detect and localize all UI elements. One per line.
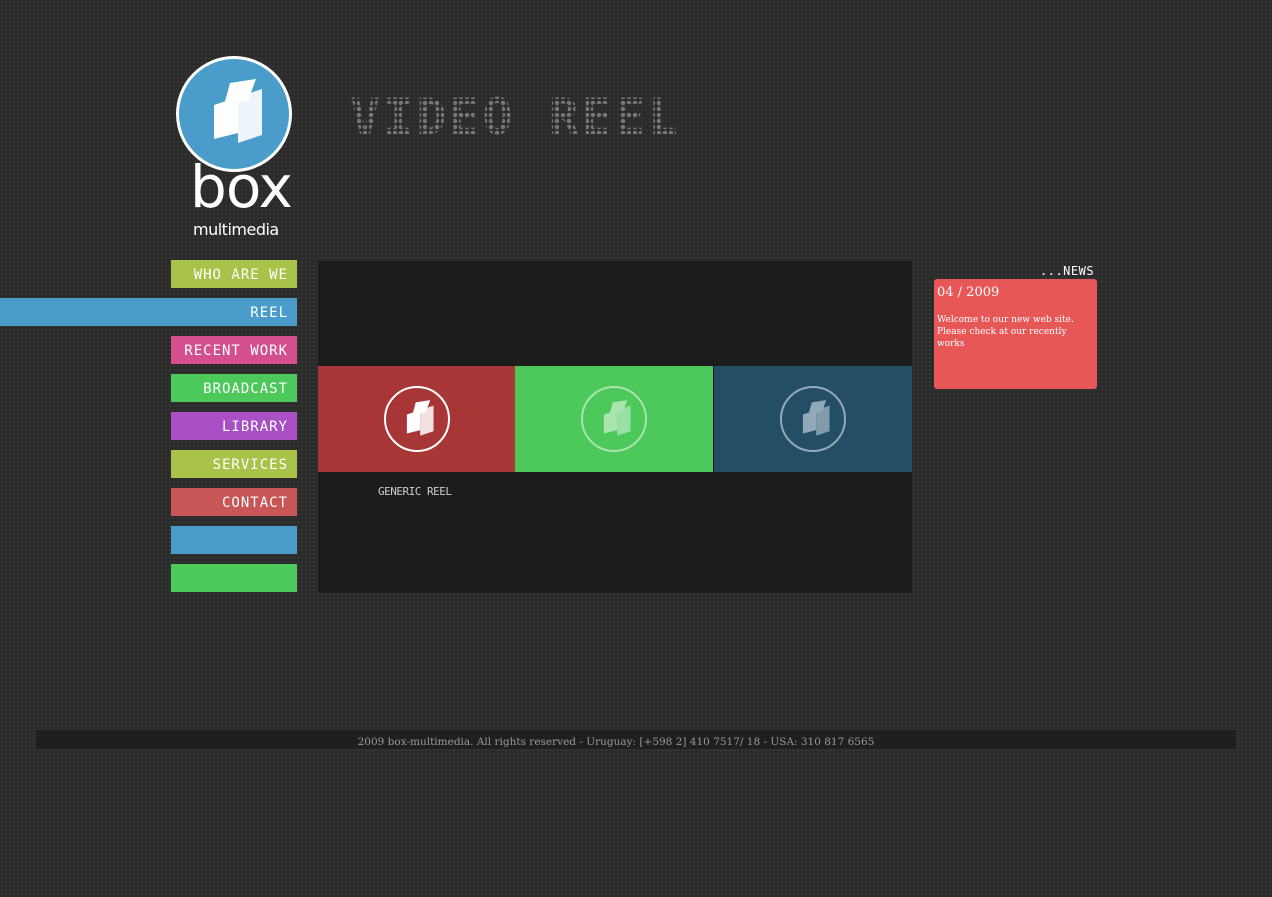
nav-item-services[interactable]: SERVICES — [171, 450, 297, 478]
logo[interactable]: box multimedia — [176, 56, 293, 242]
nav-item-who-are-we[interactable]: WHO ARE WE — [171, 260, 297, 288]
reel-panel: GENERIC REEL — [318, 261, 912, 593]
nav-item-broadcast[interactable]: BROADCAST — [171, 374, 297, 402]
generic-reel-label[interactable]: GENERIC REEL — [378, 485, 452, 498]
nav-item-recent-work[interactable]: RECENT WORK — [171, 336, 297, 364]
logo-word: box — [190, 153, 293, 221]
nav-item-library[interactable]: LIBRARY — [171, 412, 297, 440]
reel-tile[interactable] — [318, 366, 515, 472]
box-icon — [214, 79, 262, 143]
footer: 2009 box-multimedia. All rights reserved… — [36, 730, 1236, 749]
news-title: ...NEWS — [1040, 264, 1095, 278]
nav-item-blank-8[interactable] — [171, 564, 297, 592]
footer-text: 2009 box-multimedia. All rights reserved… — [357, 736, 875, 748]
reel-tile[interactable] — [515, 366, 713, 472]
box-icon — [802, 400, 830, 436]
box-icon — [603, 400, 631, 436]
news-text: Welcome to our new web site. Please chec… — [937, 315, 1074, 349]
nav-item-reel[interactable]: REEL — [0, 298, 297, 326]
nav-item-contact[interactable]: CONTACT — [171, 488, 297, 516]
box-icon-circle — [780, 386, 846, 452]
box-icon — [406, 400, 434, 436]
box-icon-circle — [581, 386, 647, 452]
logo-subtitle: multimedia — [193, 220, 279, 239]
news-box: 04 / 2009 Welcome to our new web site. P… — [934, 279, 1097, 389]
box-icon-circle — [383, 386, 450, 452]
news-date: 04 / 2009 — [937, 285, 1000, 300]
nav-item-blank-7[interactable] — [171, 526, 297, 554]
reel-tile[interactable] — [714, 366, 912, 472]
page-title: VIDEO REEL — [350, 88, 682, 146]
